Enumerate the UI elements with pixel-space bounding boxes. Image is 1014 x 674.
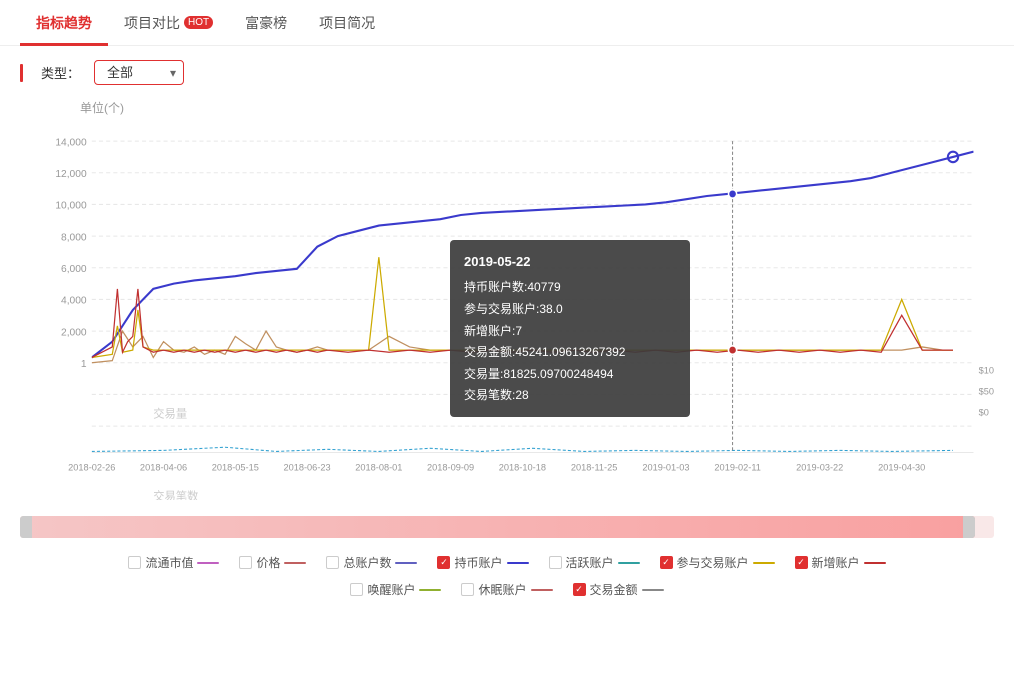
tab-indicator[interactable]: 指标趋势 xyxy=(20,0,108,46)
legend-line-huanjing xyxy=(419,589,441,591)
legend-huanjingzhanghushu[interactable]: 唤醒账户 xyxy=(350,581,441,598)
legend-line-canyujiaoyi xyxy=(753,562,775,564)
legend-row-1: 流通市值 价格 总账户数 持币账户 活跃账户 参与交易账户 xyxy=(30,554,984,571)
svg-text:$100,000,000: $100,000,000 xyxy=(979,365,994,375)
svg-text:2019-01-03: 2019-01-03 xyxy=(642,462,689,472)
tab-overview-label: 项目简况 xyxy=(319,13,375,33)
legend-label-huanjing: 唤醒账户 xyxy=(367,581,415,598)
legend-cb-xinzeng[interactable] xyxy=(795,556,808,569)
legend-label-chichizhanghushu: 持币账户 xyxy=(454,554,502,571)
scrollbar-handle-right[interactable] xyxy=(963,516,975,538)
type-indicator xyxy=(20,64,23,82)
tab-compare-badge: HOT xyxy=(184,16,213,29)
svg-text:4,000: 4,000 xyxy=(61,296,87,307)
legend-huoyuezhanghushu[interactable]: 活跃账户 xyxy=(549,554,640,571)
header-tabs: 指标趋势 项目对比 HOT 富豪榜 项目简况 xyxy=(0,0,1014,46)
svg-text:6,000: 6,000 xyxy=(61,264,87,275)
tab-overview[interactable]: 项目简况 xyxy=(303,0,391,46)
legend-line-jiaoyijine xyxy=(642,589,664,591)
legend-cb-canyujiaoyi[interactable] xyxy=(660,556,673,569)
legend-label-xinzeng: 新增账户 xyxy=(812,554,860,571)
scrollbar-handle-left[interactable] xyxy=(20,516,32,538)
legend-cb-huanjing[interactable] xyxy=(350,583,363,596)
type-select[interactable]: 全部 主链 平台币 DeFi NFT xyxy=(94,60,184,85)
legend-label-jiage: 价格 xyxy=(256,554,280,571)
svg-text:2019-02-11: 2019-02-11 xyxy=(714,462,760,472)
legend-jiaoyijine[interactable]: 交易金额 xyxy=(573,581,664,598)
legend-chichizhanghushu[interactable]: 持币账户 xyxy=(437,554,528,571)
main-chart-svg: 14,000 12,000 10,000 8,000 6,000 4,000 2… xyxy=(20,120,994,500)
chart-container: 单位(个) 14,000 12,000 10,000 8,000 xyxy=(0,99,1014,510)
legend-cb-chichizhanghushu[interactable] xyxy=(437,556,450,569)
svg-text:2018-09-09: 2018-09-09 xyxy=(427,462,474,472)
legend-label-canyujiaoyi: 参与交易账户 xyxy=(677,554,749,571)
toolbar: 类型： 全部 主链 平台币 DeFi NFT xyxy=(0,46,1014,99)
svg-text:14,000: 14,000 xyxy=(55,137,87,148)
tab-rich-label: 富豪榜 xyxy=(245,13,287,33)
svg-text:$50,000,000: $50,000,000 xyxy=(979,386,994,396)
tab-rich[interactable]: 富豪榜 xyxy=(229,0,303,46)
legend-cb-jiaoyijine[interactable] xyxy=(573,583,586,596)
legend-line-xinzeng xyxy=(864,562,886,564)
legend-xiuminzhanghushu[interactable]: 休眠账户 xyxy=(461,581,552,598)
type-select-wrapper: 全部 主链 平台币 DeFi NFT xyxy=(94,60,184,85)
svg-text:12,000: 12,000 xyxy=(55,169,87,180)
legend-xinzengzhanghushu[interactable]: 新增账户 xyxy=(795,554,886,571)
scrollbar-thumb xyxy=(20,516,975,538)
legend-line-xiumin xyxy=(531,589,553,591)
svg-text:2019-04-30: 2019-04-30 xyxy=(878,462,925,472)
svg-text:交易笔数: 交易笔数 xyxy=(153,489,199,500)
tab-indicator-label: 指标趋势 xyxy=(36,13,92,33)
tab-compare-label: 项目对比 xyxy=(124,13,180,33)
legend-cb-xiumin[interactable] xyxy=(461,583,474,596)
chart-y-label: 单位(个) xyxy=(80,99,994,116)
svg-text:1: 1 xyxy=(81,359,87,370)
svg-text:2018-06-23: 2018-06-23 xyxy=(283,462,330,472)
svg-text:10,000: 10,000 xyxy=(55,201,87,212)
svg-text:2018-02-26: 2018-02-26 xyxy=(68,462,115,472)
legend-canyujiaoyizhanghushu[interactable]: 参与交易账户 xyxy=(660,554,775,571)
chart-scrollbar[interactable] xyxy=(20,516,994,538)
svg-text:8,000: 8,000 xyxy=(61,232,87,243)
legend-liutongshizhi[interactable]: 流通市值 xyxy=(128,554,219,571)
legend-label-liutongshizhi: 流通市值 xyxy=(145,554,193,571)
legend-cb-jiage[interactable] xyxy=(239,556,252,569)
svg-text:2,000: 2,000 xyxy=(61,327,87,338)
legend-cb-liutongshizhi[interactable] xyxy=(128,556,141,569)
legend-row-2: 唤醒账户 休眠账户 交易金额 xyxy=(30,581,984,598)
svg-text:2018-04-06: 2018-04-06 xyxy=(140,462,187,472)
legend-jiage[interactable]: 价格 xyxy=(239,554,306,571)
legend-line-chichizhanghushu xyxy=(507,562,529,564)
legend-label-jiaoyijine: 交易金额 xyxy=(590,581,638,598)
legend-cb-huoyue[interactable] xyxy=(549,556,562,569)
legend-area: 流通市值 价格 总账户数 持币账户 活跃账户 参与交易账户 xyxy=(0,544,1014,612)
legend-label-zongzhanghushu: 总账户数 xyxy=(343,554,391,571)
tab-compare[interactable]: 项目对比 HOT xyxy=(108,0,229,46)
svg-text:2018-11-25: 2018-11-25 xyxy=(571,462,617,472)
legend-zongzhanghushu[interactable]: 总账户数 xyxy=(326,554,417,571)
svg-text:2018-05-15: 2018-05-15 xyxy=(212,462,259,472)
legend-label-xiumin: 休眠账户 xyxy=(478,581,526,598)
legend-line-zongzhanghushu xyxy=(395,562,417,564)
legend-line-jiage xyxy=(284,562,306,564)
legend-line-huoyue xyxy=(618,562,640,564)
svg-text:2018-10-18: 2018-10-18 xyxy=(499,462,546,472)
svg-text:$0: $0 xyxy=(979,407,989,417)
chart-area: 14,000 12,000 10,000 8,000 6,000 4,000 2… xyxy=(20,120,994,500)
svg-text:交易量: 交易量 xyxy=(153,407,187,421)
type-label: 类型： xyxy=(41,63,80,82)
legend-line-liutongshizhi xyxy=(197,562,219,564)
legend-cb-zongzhanghushu[interactable] xyxy=(326,556,339,569)
legend-label-huoyue: 活跃账户 xyxy=(566,554,614,571)
svg-text:2018-08-01: 2018-08-01 xyxy=(355,462,402,472)
svg-text:2019-03-22: 2019-03-22 xyxy=(796,462,843,472)
